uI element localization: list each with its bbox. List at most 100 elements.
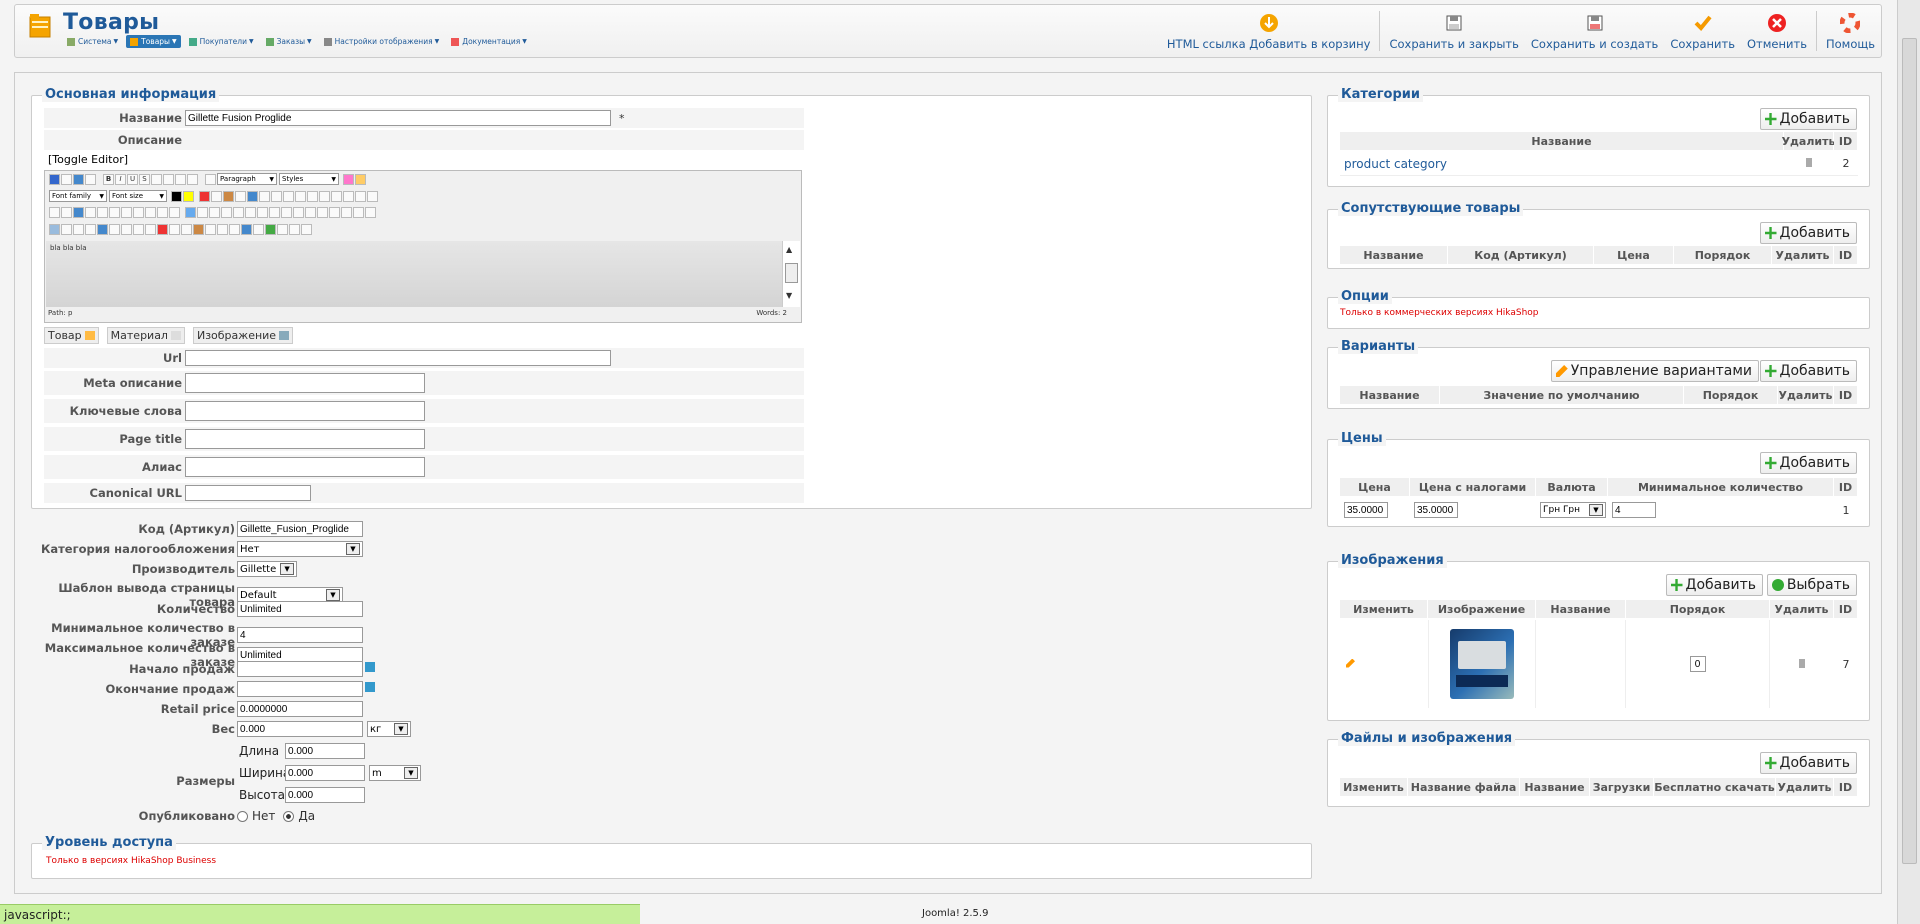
save-icon <box>1444 13 1464 33</box>
toolbar: HTML ссылка Добавить в корзину Сохранить… <box>1161 5 1881 59</box>
scroll-up-icon[interactable]: ▲ <box>786 245 792 254</box>
images-col-id: ID <box>1834 600 1858 618</box>
manage-variants-button[interactable]: Управление вариантами <box>1550 360 1759 382</box>
url-input[interactable] <box>185 350 611 366</box>
chevron-down-icon: ▼ <box>1589 504 1603 516</box>
quantity-label: Количество <box>156 602 235 616</box>
menu-orders[interactable]: Заказы ▼ <box>262 35 316 48</box>
trash-icon[interactable] <box>1770 658 1834 671</box>
editor-scroll-thumb[interactable] <box>785 263 798 283</box>
save-button[interactable]: Сохранить <box>1664 5 1741 59</box>
toggle-editor-link[interactable]: [Toggle Editor] <box>48 153 128 166</box>
min-qty-price-input[interactable] <box>1612 502 1656 518</box>
material-tab-icon <box>170 331 181 340</box>
alias-label: Алиас <box>142 460 182 474</box>
product-image-thumbnail[interactable] <box>1450 629 1514 699</box>
meta-description-textarea[interactable] <box>185 373 425 393</box>
editor-path: Path: p <box>48 309 73 317</box>
cancel-button[interactable]: Отменить <box>1741 5 1813 59</box>
select-icon <box>1771 579 1784 591</box>
categories-legend: Категории <box>1338 87 1423 102</box>
save-new-button[interactable]: Сохранить и создать <box>1525 5 1664 59</box>
image-tab[interactable]: Изображение <box>192 327 294 344</box>
help-icon <box>1840 13 1861 33</box>
help-button[interactable]: Помощь <box>1820 5 1881 59</box>
main-info-legend: Основная информация <box>42 87 220 102</box>
calendar-icon[interactable] <box>365 682 375 692</box>
save-new-icon <box>1585 13 1605 33</box>
cart-icon <box>265 37 274 46</box>
page-scroll-thumb[interactable] <box>1902 38 1917 864</box>
related-col-id: ID <box>1834 246 1858 264</box>
related-col-price: Цена <box>1594 246 1674 264</box>
retail-price-input[interactable] <box>237 701 363 717</box>
scroll-down-icon[interactable]: ▼ <box>786 291 792 300</box>
code-input[interactable] <box>237 521 363 537</box>
editor-content-text: bla bla bla <box>50 244 87 252</box>
save-close-button[interactable]: Сохранить и закрыть <box>1383 5 1524 59</box>
tax-category-select[interactable]: Нет ▼ <box>237 541 363 557</box>
product-tab[interactable]: Товар <box>44 327 99 344</box>
manufacturer-select[interactable]: Gillette ▼ <box>237 561 297 577</box>
menu-products[interactable]: Товары ▼ <box>126 35 181 48</box>
add-icon <box>1670 579 1683 591</box>
length-input[interactable] <box>285 743 365 759</box>
category-name-link[interactable]: product category <box>1340 157 1784 171</box>
published-no-radio[interactable] <box>237 810 248 822</box>
add-to-cart-link-button[interactable]: HTML ссылка Добавить в корзину <box>1161 5 1377 59</box>
add-image-button[interactable]: Добавить <box>1665 574 1763 596</box>
page-title-textarea[interactable] <box>185 429 425 449</box>
access-level-note: Только в версиях HikaShop Business <box>46 856 217 866</box>
add-variant-button[interactable]: Добавить <box>1759 360 1857 382</box>
prices-col-price-tax: Цена с налогами <box>1410 478 1536 496</box>
editor-scrollbar[interactable]: ▲ ▼ <box>782 241 800 307</box>
font-family-select[interactable]: Font family ▼ <box>49 190 107 202</box>
dimension-unit-select[interactable]: m ▼ <box>369 765 421 781</box>
categories-col-name: Название <box>1340 132 1784 150</box>
add-price-button[interactable]: Добавить <box>1759 452 1857 474</box>
menu-system[interactable]: Система ▼ <box>63 35 122 48</box>
menu-display-settings[interactable]: Настройки отображения ▼ <box>320 35 444 48</box>
editor-content-area[interactable]: bla bla bla <box>46 241 782 307</box>
editor-buttons: Товар Материал Изображение <box>44 327 294 344</box>
page-scrollbar[interactable] <box>1897 0 1920 924</box>
published-yes-radio[interactable] <box>283 810 295 822</box>
sale-end-label: Окончание продаж <box>105 682 235 696</box>
chevron-down-icon: ▼ <box>394 723 408 735</box>
canonical-url-input[interactable] <box>185 485 311 501</box>
weight-unit-select[interactable]: кг ▼ <box>367 721 411 737</box>
sale-start-input[interactable] <box>237 661 363 677</box>
menu-customers[interactable]: Покупатели ▼ <box>185 35 258 48</box>
paragraph-select[interactable]: Paragraph ▼ <box>217 173 277 185</box>
width-input[interactable] <box>285 765 365 781</box>
edit-image-icon[interactable] <box>1340 658 1428 671</box>
prices-col-price: Цена <box>1340 478 1410 496</box>
font-size-select[interactable]: Font size ▼ <box>109 190 167 202</box>
add-related-button[interactable]: Добавить <box>1759 222 1857 244</box>
dimensions-label: Размеры <box>176 774 235 788</box>
quantity-input[interactable] <box>237 601 363 617</box>
alias-textarea[interactable] <box>185 457 425 477</box>
menu-documentation[interactable]: Документация ▼ <box>447 35 531 48</box>
weight-label: Вес <box>211 722 235 736</box>
styles-select[interactable]: Styles ▼ <box>279 173 339 185</box>
calendar-icon[interactable] <box>365 662 375 672</box>
add-file-button[interactable]: Добавить <box>1759 752 1857 774</box>
currency-select[interactable]: Грн Грн ▼ <box>1540 502 1606 518</box>
add-category-button[interactable]: Добавить <box>1759 108 1857 130</box>
choose-image-button[interactable]: Выбрать <box>1766 574 1857 596</box>
sale-end-input[interactable] <box>237 681 363 697</box>
weight-input[interactable] <box>237 721 363 737</box>
editor-toolbar-row-4 <box>49 224 313 235</box>
trash-icon[interactable] <box>1784 157 1834 170</box>
product-tab-icon <box>84 331 95 340</box>
keywords-textarea[interactable] <box>185 401 425 421</box>
price-tax-input[interactable] <box>1414 502 1458 518</box>
chevron-down-icon: ▼ <box>404 767 418 779</box>
chevron-down-icon: ▼ <box>280 563 294 575</box>
height-input[interactable] <box>285 787 365 803</box>
name-input[interactable] <box>185 110 611 126</box>
material-tab[interactable]: Материал <box>106 327 185 344</box>
image-order-input[interactable] <box>1689 656 1706 672</box>
price-input[interactable] <box>1344 502 1388 518</box>
